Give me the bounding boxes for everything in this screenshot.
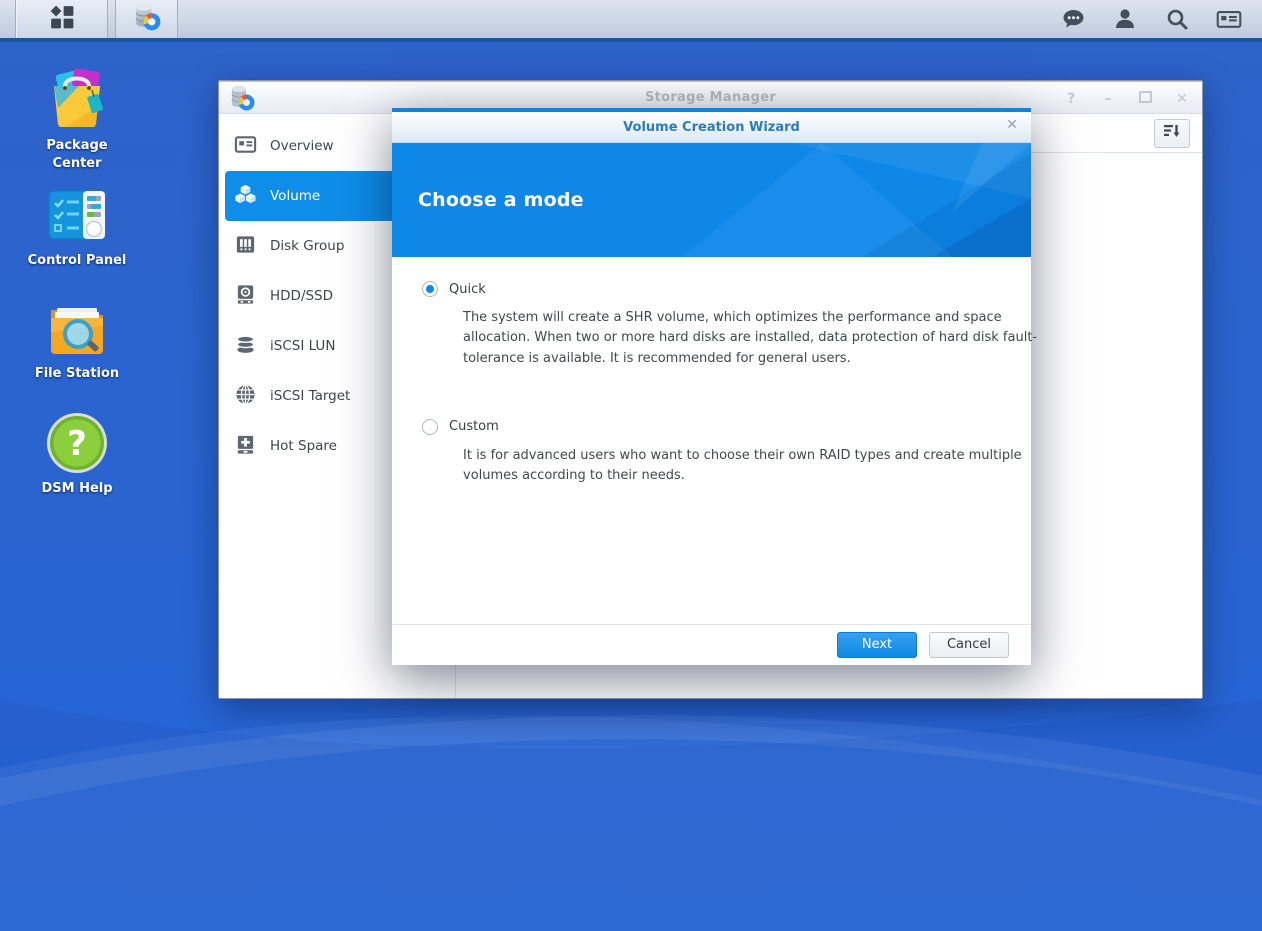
sidebar-item-label: iSCSI Target bbox=[270, 388, 350, 404]
mode-option-custom: Custom It is for advanced users who want… bbox=[422, 419, 1001, 487]
sort-descending-icon bbox=[1163, 123, 1181, 143]
volume-creation-wizard-dialog: Volume Creation Wizard ✕ Choose a mode Q… bbox=[392, 108, 1031, 665]
desktop-icon-label: DSM Help bbox=[27, 480, 127, 498]
wizard-step-heading: Choose a mode bbox=[418, 189, 584, 211]
cancel-button[interactable]: Cancel bbox=[929, 632, 1009, 658]
mode-option-quick: Quick The system will create a SHR volum… bbox=[422, 281, 1001, 369]
show-desktop-strip[interactable] bbox=[0, 0, 16, 38]
desktop-icon-label: File Station bbox=[27, 365, 127, 383]
quick-option-row[interactable]: Quick bbox=[422, 281, 1001, 297]
sidebar-item-label: Volume bbox=[270, 188, 320, 204]
hard-drive-icon bbox=[234, 283, 257, 310]
globe-icon bbox=[234, 383, 257, 410]
dialog-title: Volume Creation Wizard bbox=[623, 120, 800, 135]
quick-option-label: Quick bbox=[449, 282, 486, 297]
sidebar-item-label: iSCSI LUN bbox=[270, 338, 335, 354]
file-station-icon bbox=[45, 296, 109, 360]
next-button[interactable]: Next bbox=[837, 632, 917, 658]
storage-manager-icon bbox=[132, 2, 162, 36]
dialog-titlebar[interactable]: Volume Creation Wizard ✕ bbox=[392, 112, 1031, 143]
sort-button[interactable] bbox=[1154, 119, 1190, 148]
sidebar-item-label: Hot Spare bbox=[270, 438, 337, 454]
wizard-banner: Choose a mode bbox=[392, 143, 1031, 257]
sidebar-item-label: Disk Group bbox=[270, 238, 344, 254]
wizard-body: Quick The system will create a SHR volum… bbox=[392, 257, 1031, 624]
stacked-disks-icon bbox=[234, 333, 257, 360]
apps-grid-icon bbox=[49, 4, 75, 34]
taskbar-status-area bbox=[1060, 0, 1262, 38]
sidebar-item-label: Overview bbox=[270, 138, 334, 154]
desktop-icon-label: Package Center bbox=[27, 137, 127, 172]
search-icon[interactable] bbox=[1164, 6, 1190, 32]
desktop-icon-control-panel[interactable]: Control Panel bbox=[27, 183, 127, 270]
desktop-icon-label: Control Panel bbox=[27, 252, 127, 270]
desktop-icon-package-center[interactable]: Package Center bbox=[27, 68, 127, 172]
wizard-footer: Next Cancel bbox=[392, 624, 1031, 665]
user-account-icon[interactable] bbox=[1112, 6, 1138, 32]
taskbar bbox=[0, 0, 1262, 42]
svg-text:?: ? bbox=[67, 424, 87, 464]
pilot-view-icon[interactable] bbox=[1216, 6, 1242, 32]
main-menu-button[interactable] bbox=[16, 0, 108, 38]
notifications-chat-icon[interactable] bbox=[1060, 6, 1086, 32]
desktop-icon-dsm-help[interactable]: ? DSM Help bbox=[27, 411, 127, 498]
control-panel-icon bbox=[45, 183, 109, 247]
taskbar-storage-manager-button[interactable] bbox=[115, 0, 178, 38]
cubes-icon bbox=[234, 183, 257, 210]
plus-box-icon bbox=[234, 433, 257, 460]
close-button[interactable]: ✕ bbox=[1174, 92, 1190, 106]
custom-option-row[interactable]: Custom bbox=[422, 419, 1001, 435]
dsm-help-icon: ? bbox=[45, 411, 109, 475]
window-title: Storage Manager bbox=[219, 90, 1202, 105]
custom-option-label: Custom bbox=[449, 419, 499, 434]
custom-radio[interactable] bbox=[422, 419, 438, 435]
sidebar-item-label: HDD/SSD bbox=[270, 288, 333, 304]
overview-card-icon bbox=[234, 133, 257, 160]
custom-option-description: It is for advanced users who want to cho… bbox=[463, 446, 1038, 487]
help-button[interactable]: ? bbox=[1063, 92, 1079, 106]
package-center-icon bbox=[45, 68, 109, 132]
quick-radio[interactable] bbox=[422, 281, 438, 297]
maximize-button[interactable] bbox=[1137, 91, 1153, 106]
minimize-button[interactable]: – bbox=[1100, 92, 1116, 106]
dialog-close-icon[interactable]: ✕ bbox=[1006, 118, 1018, 132]
quick-option-description: The system will create a SHR volume, whi… bbox=[463, 308, 1038, 369]
disk-array-icon bbox=[234, 233, 257, 260]
desktop-icon-file-station[interactable]: File Station bbox=[27, 296, 127, 383]
window-controls: ? – ✕ bbox=[1063, 82, 1190, 115]
